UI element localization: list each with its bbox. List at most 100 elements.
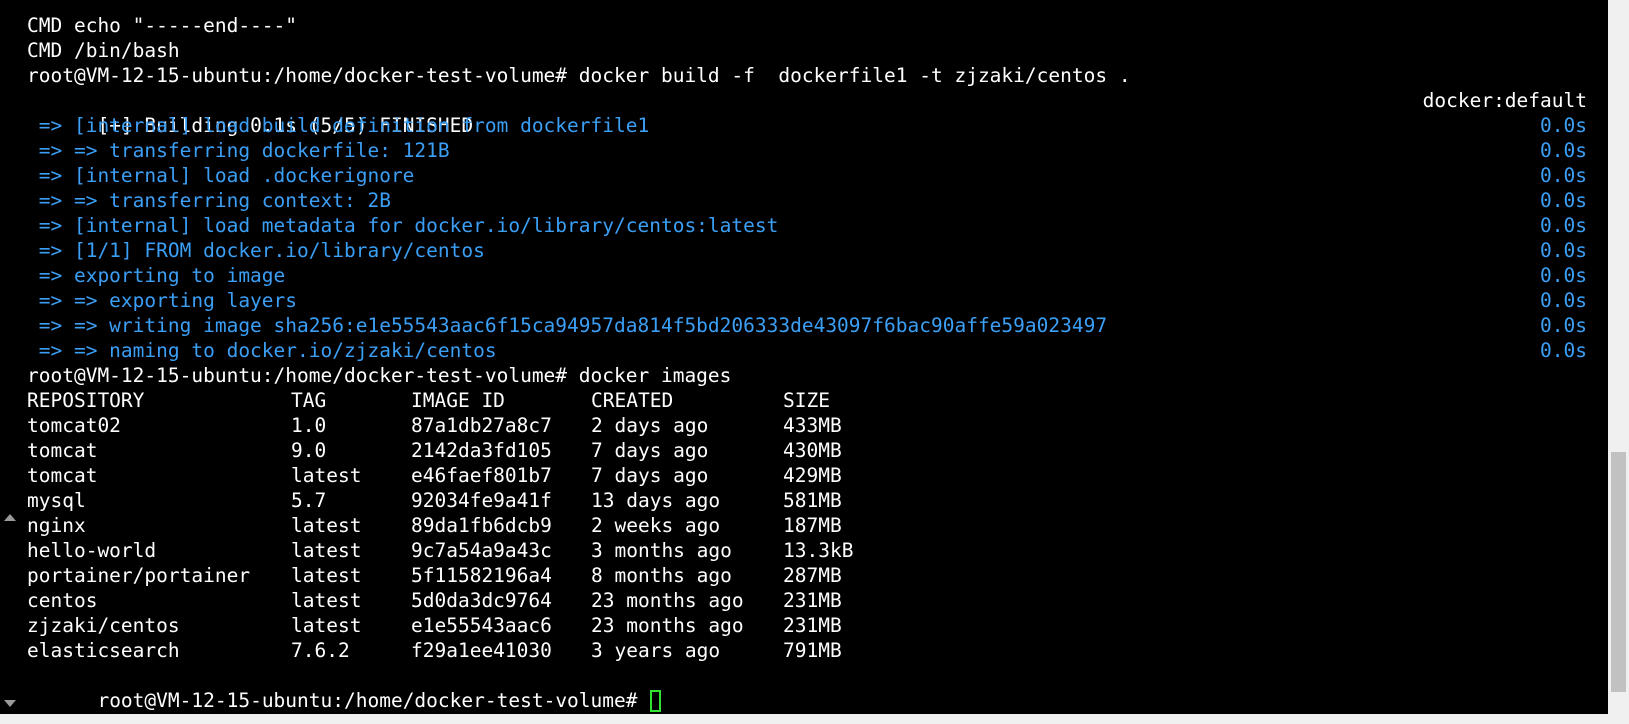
build-step-time: 0.0s: [1540, 114, 1587, 137]
table-row: centos latest 5d0da3dc9764 23 months ago 231…: [27, 588, 1587, 613]
build-step-time: 0.0s: [1540, 164, 1587, 187]
table-row: tomcat 9.0 2142da3fd105 7 days ago 430MB: [27, 438, 1587, 463]
build-step-time: 0.0s: [1540, 314, 1587, 337]
build-step-line: => => exporting layers 0.0s: [27, 288, 1587, 313]
build-step-text: => => naming to docker.io/zjzaki/centos: [27, 339, 497, 362]
cell-tag: 1.0: [291, 414, 327, 437]
build-step-line: => => transferring dockerfile: 121B 0.0s: [27, 138, 1587, 163]
build-step-text: => [internal] load build definition from…: [27, 114, 650, 137]
build-step-time: 0.0s: [1540, 214, 1587, 237]
shell-prompt: root@VM-12-15-ubuntu:/home/docker-test-v…: [97, 689, 638, 712]
chevron-down-icon[interactable]: [4, 700, 16, 707]
cell-created: 8 months ago: [591, 564, 732, 587]
cell-image-id: 2142da3fd105: [411, 439, 552, 462]
cell-repository: zjzaki/centos: [27, 614, 180, 637]
vertical-scrollbar[interactable]: [1608, 0, 1629, 714]
build-step-line: => [internal] load metadata for docker.i…: [27, 213, 1587, 238]
text-cursor: [649, 690, 661, 712]
output-line: CMD echo "-----end----": [27, 14, 298, 37]
cell-size: 287MB: [783, 564, 842, 587]
cell-created: 7 days ago: [591, 464, 709, 487]
build-command-line: root@VM-12-15-ubuntu:/home/docker-test-v…: [27, 64, 1131, 87]
table-row: elasticsearch 7.6.2 f29a1ee41030 3 years ag…: [27, 638, 1587, 663]
build-step-time: 0.0s: [1540, 139, 1587, 162]
scrollbar-thumb[interactable]: [1611, 452, 1626, 692]
build-step-text: => [internal] load .dockerignore: [27, 164, 415, 187]
terminal-window[interactable]: CMD echo "-----end----" CMD /bin/bash ro…: [0, 0, 1608, 714]
output-line: CMD /bin/bash: [27, 39, 180, 62]
left-gutter: [0, 0, 20, 714]
cell-repository: centos: [27, 589, 98, 612]
column-header-image-id: IMAGE ID: [411, 389, 505, 412]
cell-tag: latest: [291, 514, 362, 537]
build-step-line: => exporting to image 0.0s: [27, 263, 1587, 288]
chevron-up-icon[interactable]: [4, 514, 16, 521]
cell-created: 3 years ago: [591, 639, 721, 662]
cell-size: 581MB: [783, 489, 842, 512]
cell-created: 2 weeks ago: [591, 514, 721, 537]
clipped-line: [27, 0, 1587, 13]
build-step-time: 0.0s: [1540, 339, 1587, 362]
build-step-text: => => exporting layers: [27, 289, 298, 312]
prompt-line[interactable]: root@VM-12-15-ubuntu:/home/docker-test-v…: [27, 663, 1587, 712]
cell-size: 13.3kB: [783, 539, 854, 562]
table-row: tomcat02 1.0 87a1db27a8c7 2 days ago 433MB: [27, 413, 1587, 438]
cell-image-id: e1e55543aac6: [411, 614, 552, 637]
cell-repository: tomcat: [27, 464, 98, 487]
images-command-line: root@VM-12-15-ubuntu:/home/docker-test-v…: [27, 364, 732, 387]
cell-image-id: 5d0da3dc9764: [411, 589, 552, 612]
cell-size: 187MB: [783, 514, 842, 537]
table-header: REPOSITORY TAG IMAGE ID CREATED SIZE: [27, 388, 1587, 413]
cell-tag: latest: [291, 589, 362, 612]
cell-tag: latest: [291, 464, 362, 487]
build-step-time: 0.0s: [1540, 239, 1587, 262]
cell-repository: elasticsearch: [27, 639, 180, 662]
column-header-tag: TAG: [291, 389, 327, 412]
build-step-line: => => transferring context: 2B 0.0s: [27, 188, 1587, 213]
cell-image-id: 89da1fb6dcb9: [411, 514, 552, 537]
build-step-line: => [1/1] FROM docker.io/library/centos 0.…: [27, 238, 1587, 263]
build-steps: => [internal] load build definition from…: [27, 113, 1587, 363]
table-row: hello-world latest 9c7a54a9a43c 3 months ag…: [27, 538, 1587, 563]
build-step-line: => [internal] load .dockerignore 0.0s: [27, 163, 1587, 188]
cell-created: 3 months ago: [591, 539, 732, 562]
cell-tag: 7.6.2: [291, 639, 350, 662]
column-header-repository: REPOSITORY: [27, 389, 145, 412]
build-step-line: => => naming to docker.io/zjzaki/centos 0…: [27, 338, 1587, 363]
cell-created: 7 days ago: [591, 439, 709, 462]
images-table-body: tomcat02 1.0 87a1db27a8c7 2 days ago 433MB to…: [27, 413, 1587, 663]
build-step-text: => [1/1] FROM docker.io/library/centos: [27, 239, 485, 262]
cell-created: 23 months ago: [591, 589, 744, 612]
table-row: tomcat latest e46faef801b7 7 days ago 429MB: [27, 463, 1587, 488]
build-header-line: [+] Building 0.1s (5/5) FINISHED docker:…: [27, 88, 1587, 137]
build-step-text: => exporting to image: [27, 264, 286, 287]
build-step-time: 0.0s: [1540, 289, 1587, 312]
cell-tag: latest: [291, 539, 362, 562]
cell-tag: 9.0: [291, 439, 327, 462]
table-row: zjzaki/centos latest e1e55543aac6 23 months…: [27, 613, 1587, 638]
cell-created: 13 days ago: [591, 489, 721, 512]
build-step-text: => => transferring context: 2B: [27, 189, 391, 212]
table-row: portainer/portainer latest 5f11582196a4 8 m…: [27, 563, 1587, 588]
cell-image-id: 92034fe9a41f: [411, 489, 552, 512]
terminal-output: CMD echo "-----end----" CMD /bin/bash ro…: [27, 0, 1587, 712]
cell-image-id: 5f11582196a4: [411, 564, 552, 587]
cell-repository: mysql: [27, 489, 86, 512]
build-step-time: 0.0s: [1540, 264, 1587, 287]
cell-image-id: f29a1ee41030: [411, 639, 552, 662]
cell-created: 23 months ago: [591, 614, 744, 637]
cell-repository: hello-world: [27, 539, 157, 562]
build-step-text: => [internal] load metadata for docker.i…: [27, 214, 779, 237]
cell-image-id: e46faef801b7: [411, 464, 552, 487]
cell-tag: latest: [291, 564, 362, 587]
cell-size: 429MB: [783, 464, 842, 487]
cell-repository: tomcat02: [27, 414, 121, 437]
cell-repository: portainer/portainer: [27, 564, 251, 587]
build-step-line: => => writing image sha256:e1e55543aac6f…: [27, 313, 1587, 338]
cell-tag: 5.7: [291, 489, 327, 512]
cell-image-id: 9c7a54a9a43c: [411, 539, 552, 562]
cell-size: 430MB: [783, 439, 842, 462]
cell-tag: latest: [291, 614, 362, 637]
cell-repository: tomcat: [27, 439, 98, 462]
build-context-label: docker:default: [1422, 89, 1587, 112]
